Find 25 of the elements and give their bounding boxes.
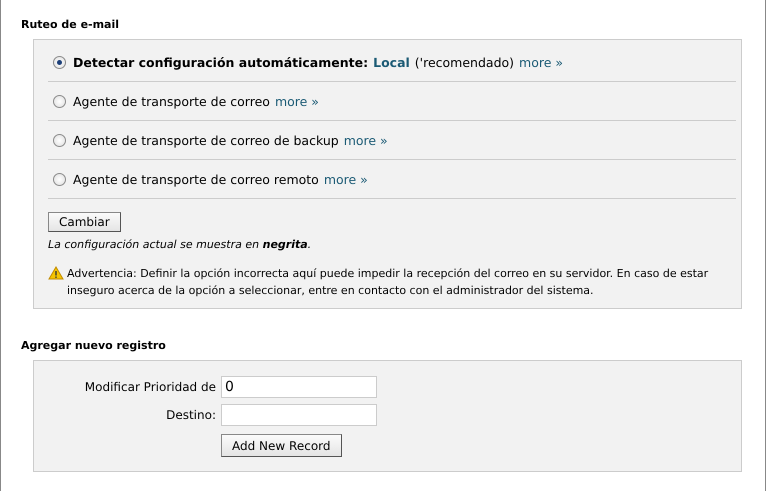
radio-button[interactable] [53, 172, 66, 186]
option-note: ('recomendado) [414, 54, 514, 70]
add-record-button[interactable]: Add New Record [221, 434, 342, 457]
radio-button[interactable] [53, 56, 66, 68]
section-heading: Agregar nuevo registro [21, 338, 167, 353]
option-label[interactable]: Agente de transporte de correo de backup [73, 132, 339, 148]
radio-button[interactable] [53, 94, 66, 108]
field-label: Destino: [165, 408, 216, 422]
option-label[interactable]: Agente de transporte de correo remoto [73, 172, 319, 186]
input-field[interactable]: 0 [221, 376, 377, 398]
more-link[interactable]: more » [344, 132, 388, 148]
section-heading: Ruteo de e-mail [21, 17, 120, 32]
option-label[interactable]: Agente de transporte de correo [73, 94, 270, 108]
input-field[interactable] [221, 404, 377, 426]
option-label[interactable]: Detectar configuración automáticamente: [73, 54, 368, 70]
more-link[interactable]: more » [324, 172, 368, 186]
warning-text: Advertencia: Definir la opción incorrecta aquí puede impedir la recepción del correo en su servidor. En caso de estar inseguro acerca de la opción a seleccionar, entre en contacto con el administrador del sistema. [67, 266, 710, 299]
warning-icon [48, 266, 64, 280]
radio-button[interactable] [53, 134, 66, 146]
change-button[interactable]: Cambiar [48, 212, 121, 232]
value-link[interactable]: Local [373, 54, 410, 70]
hint-text: La configuración actual se muestra en negrita. [48, 238, 312, 251]
field-label: Modificar Prioridad de [84, 380, 216, 394]
more-link[interactable]: more » [274, 94, 319, 108]
more-link[interactable]: more » [519, 54, 564, 70]
